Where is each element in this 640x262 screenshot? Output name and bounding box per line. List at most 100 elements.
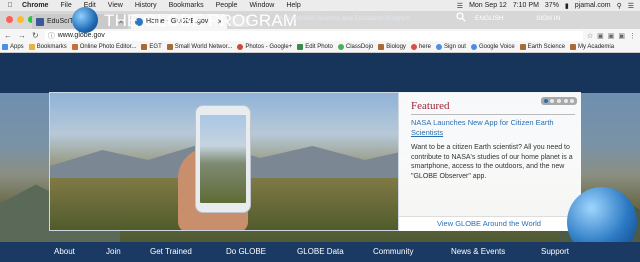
menu-help[interactable]: Help bbox=[286, 2, 300, 9]
bookmark-label: Online Photo Editor... bbox=[79, 44, 137, 50]
menu-file[interactable]: File bbox=[60, 2, 71, 9]
folder-icon bbox=[166, 44, 173, 50]
wifi-icon[interactable]: ☰ bbox=[457, 2, 463, 10]
star-icon bbox=[28, 44, 35, 50]
url-text: www.globe.gov bbox=[57, 32, 105, 39]
featured-link-line: Scientists bbox=[411, 128, 444, 137]
sign-in-link[interactable]: SIGN IN bbox=[536, 15, 560, 22]
folder-icon bbox=[570, 44, 577, 50]
carousel-dot[interactable] bbox=[550, 99, 555, 103]
nav-news-events[interactable]: News & Events bbox=[451, 247, 505, 256]
bookmark-label: Small World Networ... bbox=[174, 44, 233, 50]
bookmark-item[interactable]: Edit Photo bbox=[297, 44, 333, 50]
back-icon[interactable]: ← bbox=[4, 31, 12, 40]
nav-about[interactable]: About bbox=[54, 247, 75, 256]
bookmark-label: My Academia bbox=[578, 44, 615, 50]
folder-icon bbox=[141, 44, 148, 50]
carousel-dot[interactable] bbox=[570, 99, 575, 103]
bookmarks-bar: Apps Bookmarks Online Photo Editor... EG… bbox=[0, 42, 640, 53]
site-icon bbox=[410, 44, 417, 50]
battery-icon[interactable]: ▮ bbox=[565, 2, 569, 10]
url-input[interactable]: ⓘ www.globe.gov bbox=[44, 30, 583, 41]
bookmark-item[interactable]: Biology bbox=[378, 44, 406, 50]
apple-icon[interactable]:  bbox=[6, 2, 14, 9]
chrome-menu-icon[interactable]: ⋮ bbox=[629, 32, 636, 40]
search-icon[interactable] bbox=[456, 12, 466, 22]
site-tagline: A Worldwide Science and Education Progra… bbox=[279, 15, 411, 22]
bookmark-item[interactable]: Online Photo Editor... bbox=[71, 44, 137, 50]
bookmark-item[interactable]: My Academia bbox=[570, 44, 614, 50]
nav-support[interactable]: Support bbox=[541, 247, 569, 256]
user-text[interactable]: pjamal.com bbox=[575, 2, 611, 9]
bookmark-item[interactable]: ClassDojo bbox=[337, 44, 374, 50]
bookmark-label: Bookmarks bbox=[36, 44, 67, 50]
bookmark-item[interactable]: Sign out bbox=[435, 44, 466, 50]
menu-window[interactable]: Window bbox=[249, 2, 274, 9]
google-icon bbox=[435, 44, 442, 50]
carousel-dot[interactable] bbox=[563, 99, 568, 103]
view-globe-link[interactable]: View GLOBE Around the World bbox=[437, 219, 541, 228]
bookmark-label: Photos - Google+ bbox=[245, 44, 293, 50]
apps-icon bbox=[2, 44, 8, 50]
language-selector[interactable]: ENGLISH bbox=[475, 15, 504, 22]
extension-icon[interactable]: ▣ bbox=[597, 32, 604, 40]
bookmark-item[interactable]: EGT bbox=[141, 44, 162, 50]
site-header bbox=[0, 53, 640, 93]
google-icon bbox=[470, 44, 477, 50]
menu-view[interactable]: View bbox=[108, 2, 123, 9]
star-icon[interactable]: ☆ bbox=[587, 32, 593, 40]
nav-community[interactable]: Community bbox=[373, 247, 413, 256]
minimize-window-icon[interactable] bbox=[17, 16, 24, 23]
bookmark-item[interactable]: Google Voice bbox=[470, 44, 515, 50]
menu-list-icon[interactable]: ☰ bbox=[628, 2, 634, 10]
smartphone-image bbox=[195, 105, 251, 213]
info-icon[interactable]: ⓘ bbox=[48, 31, 55, 41]
forward-icon[interactable]: → bbox=[18, 31, 26, 40]
photo-icon bbox=[297, 44, 304, 50]
nav-get-trained[interactable]: Get Trained bbox=[150, 247, 192, 256]
globe-logo-icon[interactable] bbox=[72, 7, 98, 33]
bookmark-item[interactable]: Small World Networ... bbox=[166, 44, 233, 50]
bookmark-item[interactable]: here bbox=[410, 44, 431, 50]
address-bar: ← → ↻ ⓘ www.globe.gov ☆ ▣ ▣ ▣ ⋮ bbox=[0, 29, 640, 42]
date-text: Mon Sep 12 bbox=[469, 2, 507, 9]
bookmark-item[interactable]: Bookmarks bbox=[28, 44, 67, 50]
bookmark-label: Apps bbox=[10, 44, 24, 50]
nav-join[interactable]: Join bbox=[106, 247, 121, 256]
bookmark-label: Sign out bbox=[443, 44, 466, 50]
bookmark-item[interactable]: Photos - Google+ bbox=[237, 44, 292, 50]
hero-carousel-image[interactable] bbox=[49, 92, 399, 231]
window-controls bbox=[6, 16, 35, 23]
bookmark-label: ClassDojo bbox=[345, 44, 374, 50]
bookmark-apps[interactable]: Apps bbox=[2, 44, 24, 50]
carousel-dot[interactable] bbox=[543, 99, 548, 103]
bookmark-label: Edit Photo bbox=[305, 44, 333, 50]
bookmark-label: here bbox=[418, 44, 431, 50]
phone-screen bbox=[200, 115, 246, 203]
featured-article-link[interactable]: NASA Launches New App for Citizen Earth … bbox=[411, 118, 571, 138]
site-logo-text[interactable]: THE GLOBE PROGRAM bbox=[104, 11, 297, 31]
menu-chrome[interactable]: Chrome bbox=[22, 2, 48, 9]
folder-icon bbox=[71, 44, 78, 50]
extension-icon[interactable]: ▣ bbox=[618, 32, 625, 40]
menu-people[interactable]: People bbox=[216, 2, 238, 9]
carousel-dot[interactable] bbox=[556, 99, 561, 103]
reload-icon[interactable]: ↻ bbox=[32, 31, 39, 40]
carousel-pager bbox=[541, 97, 577, 105]
featured-heading: Featured bbox=[411, 100, 450, 112]
extension-icon[interactable]: ▣ bbox=[608, 32, 615, 40]
menu-history[interactable]: History bbox=[135, 2, 157, 9]
os-menubar:  Chrome File Edit View History Bookmark… bbox=[0, 0, 640, 11]
search-icon[interactable]: ⚲ bbox=[617, 2, 622, 10]
bookmark-label: Biology bbox=[386, 44, 406, 50]
time-text[interactable]: 7:10 PM bbox=[513, 2, 539, 9]
nav-globe-data[interactable]: GLOBE Data bbox=[297, 247, 344, 256]
featured-divider bbox=[411, 114, 575, 115]
close-window-icon[interactable] bbox=[6, 16, 13, 23]
folder-icon bbox=[378, 44, 385, 50]
folder-icon bbox=[519, 44, 526, 50]
facebook-icon bbox=[36, 17, 44, 26]
bookmark-item[interactable]: Earth Science bbox=[519, 44, 565, 50]
nav-do-globe[interactable]: Do GLOBE bbox=[226, 247, 266, 256]
menu-bookmarks[interactable]: Bookmarks bbox=[169, 2, 204, 9]
